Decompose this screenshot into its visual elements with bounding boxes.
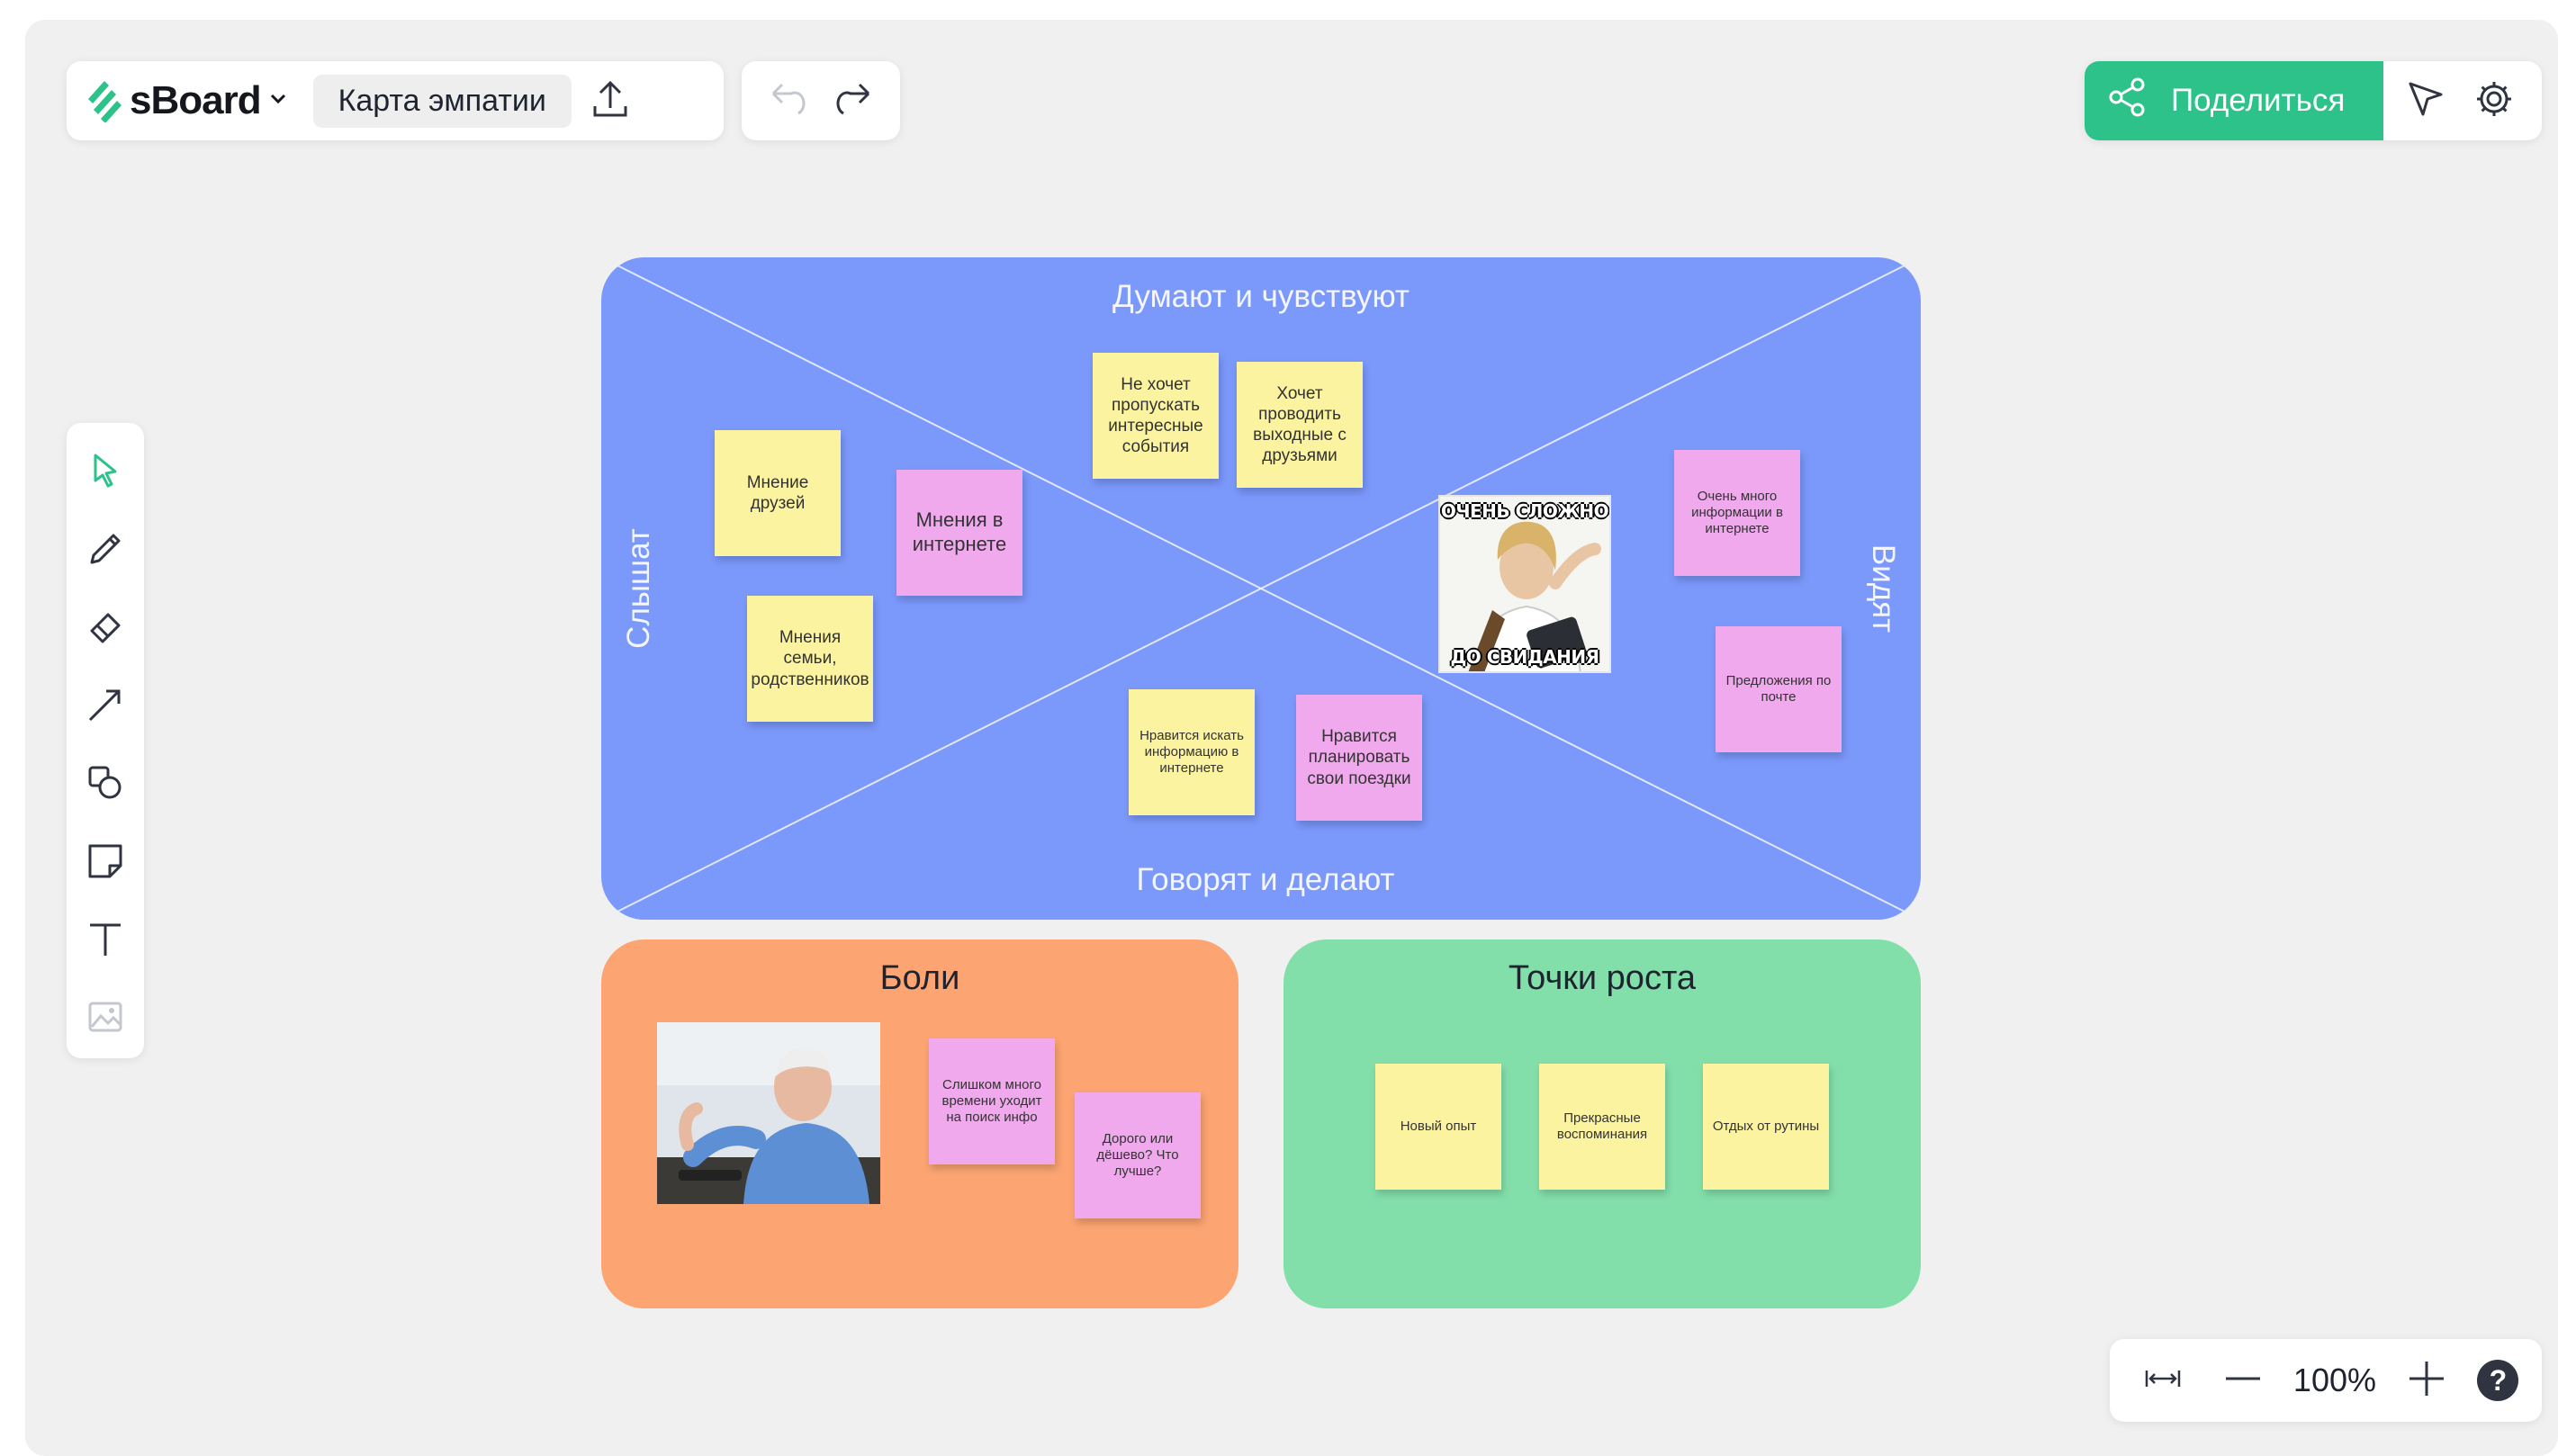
sticky-note[interactable]: Дорого или дёшево? Что лучше?	[1075, 1092, 1201, 1218]
sticky-note[interactable]: Нравится искать информацию в интернете	[1129, 689, 1255, 815]
logo-menu[interactable]: sBoard	[85, 76, 290, 127]
sboard-logo-icon	[85, 76, 124, 127]
sticky-tool[interactable]	[74, 824, 137, 903]
image-tool[interactable]	[74, 980, 137, 1058]
pointer-button[interactable]	[2396, 71, 2455, 130]
sticky-note[interactable]: Нравится планировать свои поездки	[1296, 695, 1422, 821]
empathy-map-frame[interactable]: Думают и чувствуют Говорят и делают Слыш…	[601, 257, 1921, 920]
meme-top-caption: ОЧЕНЬ СЛОЖНО	[1440, 500, 1609, 522]
growth-title: Точки роста	[1508, 959, 1697, 997]
gear-icon	[2472, 76, 2517, 126]
meme-bottom-caption: ДО СВИДАНИЯ	[1450, 646, 1599, 668]
meme-image[interactable]: ОЧЕНЬ СЛОЖНО ДО СВИДАНИЯ	[1438, 495, 1611, 673]
board-toolbar: sBoard Карта эмпатии	[67, 61, 724, 140]
share-toolbar: Поделиться	[2085, 61, 2542, 140]
shapes-tool[interactable]	[74, 746, 137, 824]
arrow-tool-icon	[85, 684, 126, 730]
label-say-do: Говорят и делают	[1136, 862, 1395, 897]
app-window: sBoard Карта эмпатии Поделиться 100% ? Д…	[25, 20, 2558, 1456]
redo-button[interactable]	[826, 71, 886, 130]
redo-icon	[833, 76, 879, 127]
upload-icon	[587, 76, 634, 127]
sticky-note[interactable]: Хочет проводить выходные с друзьями	[1237, 362, 1363, 488]
sticky-note[interactable]: Не хочет пропускать интересные события	[1093, 353, 1219, 479]
pains-frame[interactable]: Боли Слишком много времени уходит на пои…	[601, 939, 1238, 1308]
photo-image[interactable]	[657, 1022, 880, 1204]
label-see: Видят	[1866, 544, 1901, 634]
growth-frame[interactable]: Точки роста Новый опыт Прекрасные воспом…	[1284, 939, 1921, 1308]
chevron-down-icon	[266, 87, 290, 115]
sticky-note[interactable]: Отдых от рутины	[1703, 1064, 1829, 1190]
export-button[interactable]	[581, 71, 640, 130]
sticky-note[interactable]: Мнение друзей	[715, 430, 841, 556]
select-tool[interactable]	[74, 434, 137, 512]
select-tool-icon	[85, 450, 126, 496]
label-hear: Слышат	[621, 528, 656, 649]
board-title[interactable]: Карта эмпатии	[312, 74, 572, 128]
eraser-tool[interactable]	[74, 590, 137, 669]
pen-tool-icon	[85, 528, 126, 574]
sticky-note[interactable]: Очень много информации в интернете	[1674, 450, 1800, 576]
sticky-note[interactable]: Мнения в интернете	[896, 470, 1022, 596]
eraser-tool-icon	[85, 606, 126, 652]
arrow-tool[interactable]	[74, 668, 137, 746]
share-label: Поделиться	[2171, 83, 2346, 118]
share-icon	[2104, 75, 2149, 128]
zoom-bar: 100% ?	[2110, 1339, 2542, 1422]
help-button[interactable]: ?	[2477, 1360, 2519, 1401]
photo-illustration	[657, 1022, 880, 1204]
zoom-out-button[interactable]	[2213, 1351, 2273, 1410]
sticky-note[interactable]: Предложения по почте	[1716, 626, 1842, 752]
sticky-tool-icon	[85, 840, 126, 886]
pen-tool[interactable]	[74, 512, 137, 590]
sticky-note[interactable]: Слишком много времени уходит на поиск ин…	[929, 1038, 1055, 1164]
pains-title: Боли	[879, 959, 960, 997]
fit-width-icon	[2142, 1358, 2184, 1404]
history-toolbar	[742, 61, 900, 140]
zoom-level[interactable]: 100%	[2293, 1362, 2376, 1399]
label-think-feel: Думают и чувствуют	[1112, 279, 1410, 314]
logo-text: sBoard	[130, 78, 262, 122]
zoom-in-button[interactable]	[2397, 1351, 2456, 1410]
cursor-icon	[2403, 76, 2448, 126]
shapes-tool-icon	[85, 762, 126, 808]
text-tool-icon	[85, 918, 126, 964]
plus-icon	[2406, 1358, 2447, 1404]
undo-button[interactable]	[756, 71, 815, 130]
settings-button[interactable]	[2464, 71, 2524, 130]
sticky-note[interactable]: Прекрасные воспоминания	[1539, 1064, 1665, 1190]
sticky-note[interactable]: Новый опыт	[1375, 1064, 1501, 1190]
text-tool[interactable]	[74, 903, 137, 981]
share-button[interactable]: Поделиться	[2085, 61, 2383, 140]
minus-icon	[2222, 1358, 2264, 1404]
fit-width-button[interactable]	[2133, 1351, 2193, 1410]
frame-diagonals	[601, 257, 1921, 920]
undo-icon	[762, 76, 809, 127]
tool-rail	[67, 423, 144, 1058]
sticky-note[interactable]: Мнения семьи, родственников	[747, 596, 873, 722]
image-tool-icon	[85, 996, 126, 1042]
